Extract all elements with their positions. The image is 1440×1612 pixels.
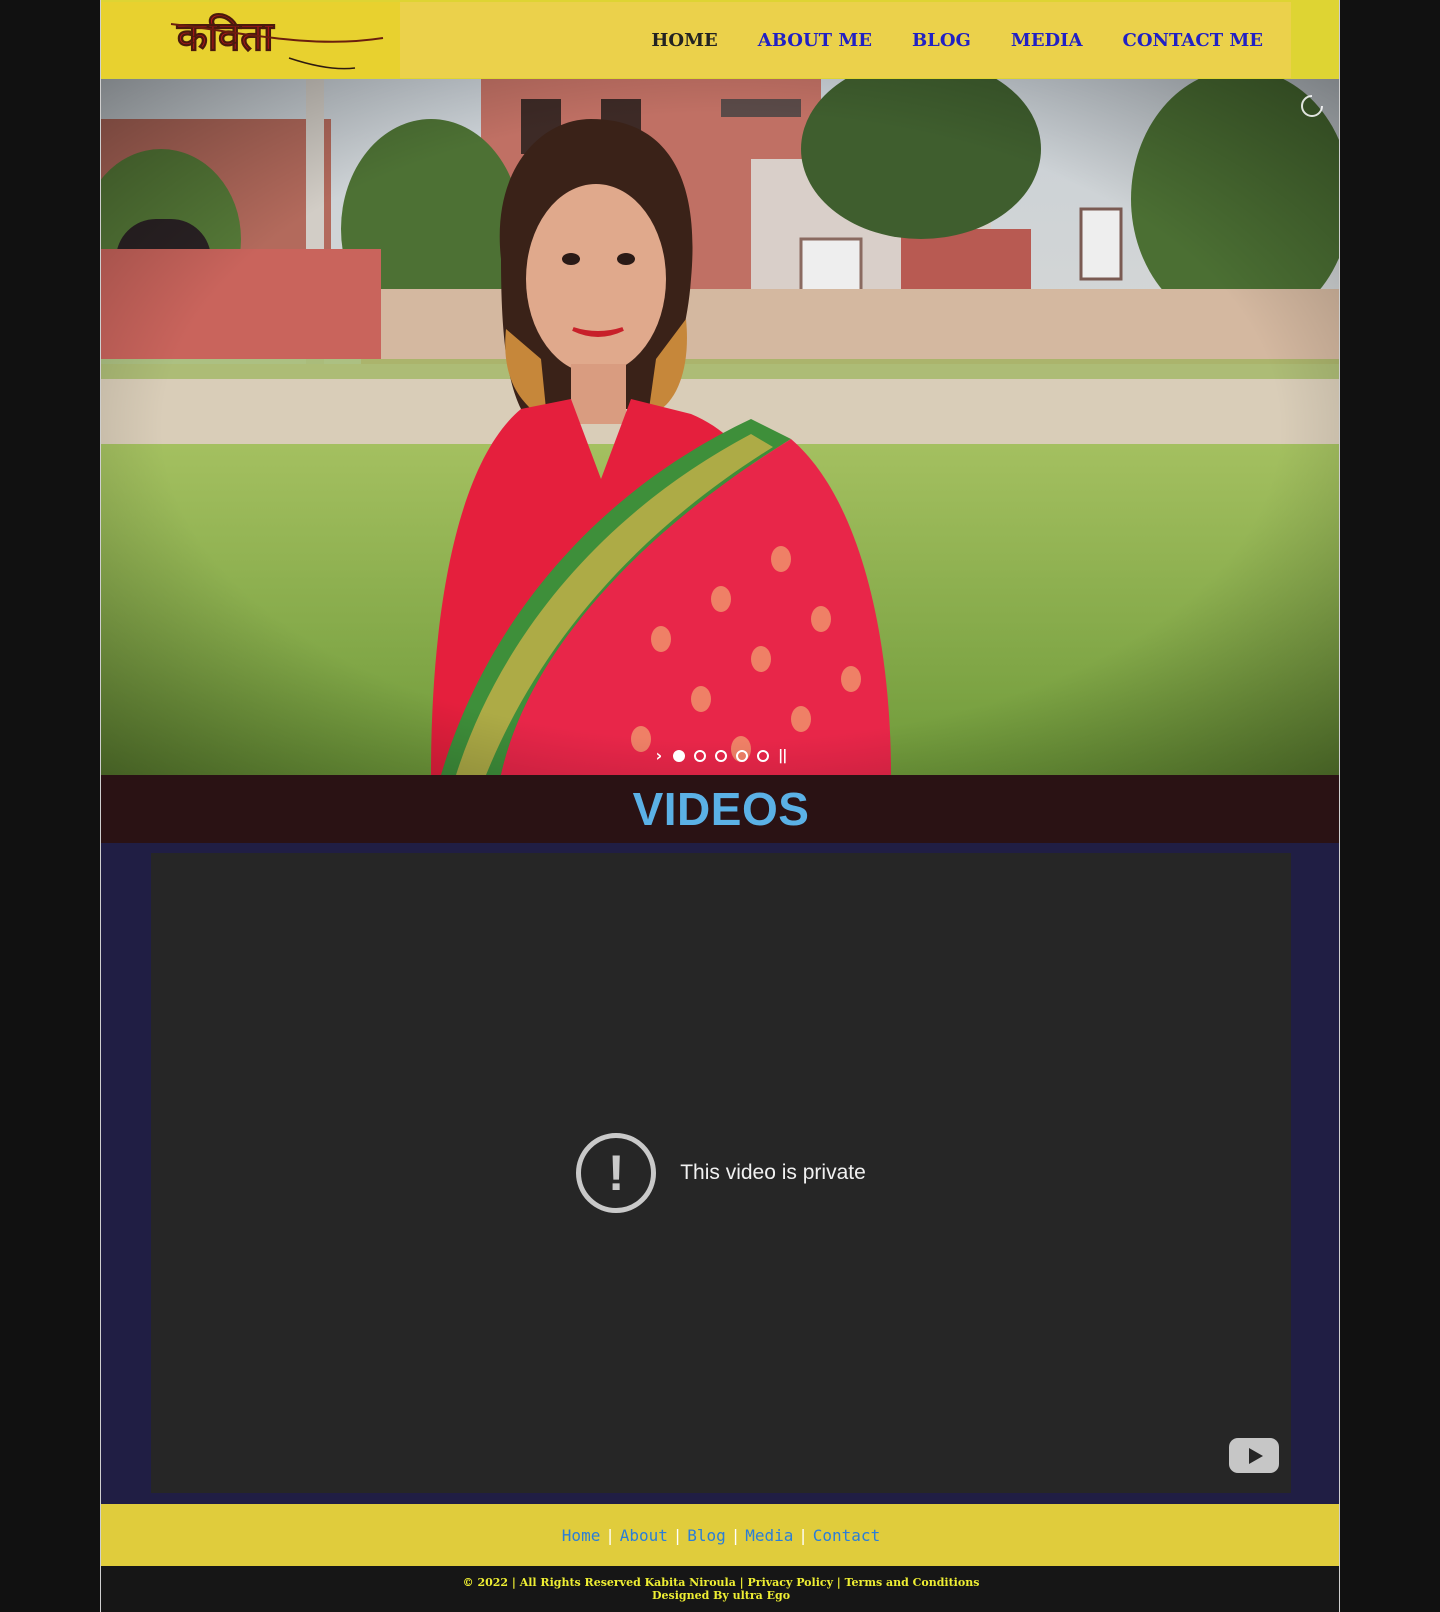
page: कविता HOME ABOUT ME BLOG MEDIA CONTACT M… [100,0,1340,1612]
footer-link-blog[interactable]: Blog [687,1526,726,1545]
footer-separator: | [800,1525,806,1545]
nav-media[interactable]: MEDIA [1011,30,1083,51]
slider-dot[interactable] [715,749,728,762]
slider-dot[interactable] [694,749,707,762]
logo-tail [288,57,356,70]
site-header: कविता HOME ABOUT ME BLOG MEDIA CONTACT M… [101,0,1339,79]
logo-container[interactable]: कविता [101,2,400,78]
video-player[interactable]: ! This video is private [151,853,1291,1493]
nav-about-me[interactable]: ABOUT ME [758,30,872,51]
videos-section: ! This video is private [101,843,1339,1504]
footer-link-contact[interactable]: Contact [813,1526,880,1545]
private-video-notice: ! This video is private [151,1133,1291,1213]
slider-next-icon[interactable]: › [656,746,663,765]
copyright-text: © 2022 | All Rights Reserved Kabita Niro… [462,1576,980,1589]
warning-icon: ! [576,1133,657,1213]
slider-controls: › || [101,746,1339,765]
footer-separator: | [607,1525,613,1545]
private-video-message: This video is private [680,1161,866,1184]
videos-heading: VIDEOS [632,783,810,835]
footer-nav: Home | About | Blog | Media | Contact [101,1504,1339,1566]
footer-link-about[interactable]: About [620,1526,668,1545]
footer-link-media[interactable]: Media [745,1526,793,1545]
header-bar: कविता HOME ABOUT ME BLOG MEDIA CONTACT M… [101,2,1291,78]
footer-separator: | [674,1525,681,1545]
slider-dot[interactable] [757,749,770,762]
slider-dot[interactable] [736,749,749,762]
footer-bottom: © 2022 | All Rights Reserved Kabita Niro… [101,1566,1339,1612]
designed-by-text: Designed By ultra Ego [651,1589,791,1602]
main-nav: HOME ABOUT ME BLOG MEDIA CONTACT ME [611,2,1263,78]
slider-pause-icon[interactable]: || [778,748,787,764]
loading-spinner-icon [1301,95,1323,117]
nav-blog[interactable]: BLOG [912,30,971,51]
videos-heading-bar: VIDEOS [101,775,1339,843]
hero-image [101,79,1339,775]
site-logo[interactable]: कविता [169,10,389,72]
footer-separator: | [732,1525,739,1545]
slider-dot[interactable] [673,749,686,762]
footer-link-home[interactable]: Home [562,1526,601,1545]
nav-home[interactable]: HOME [651,30,717,51]
hero-slider[interactable]: › || [101,79,1339,775]
youtube-logo-icon[interactable] [1229,1438,1279,1473]
play-icon [1248,1447,1263,1464]
nav-contact-me[interactable]: CONTACT ME [1123,30,1263,51]
